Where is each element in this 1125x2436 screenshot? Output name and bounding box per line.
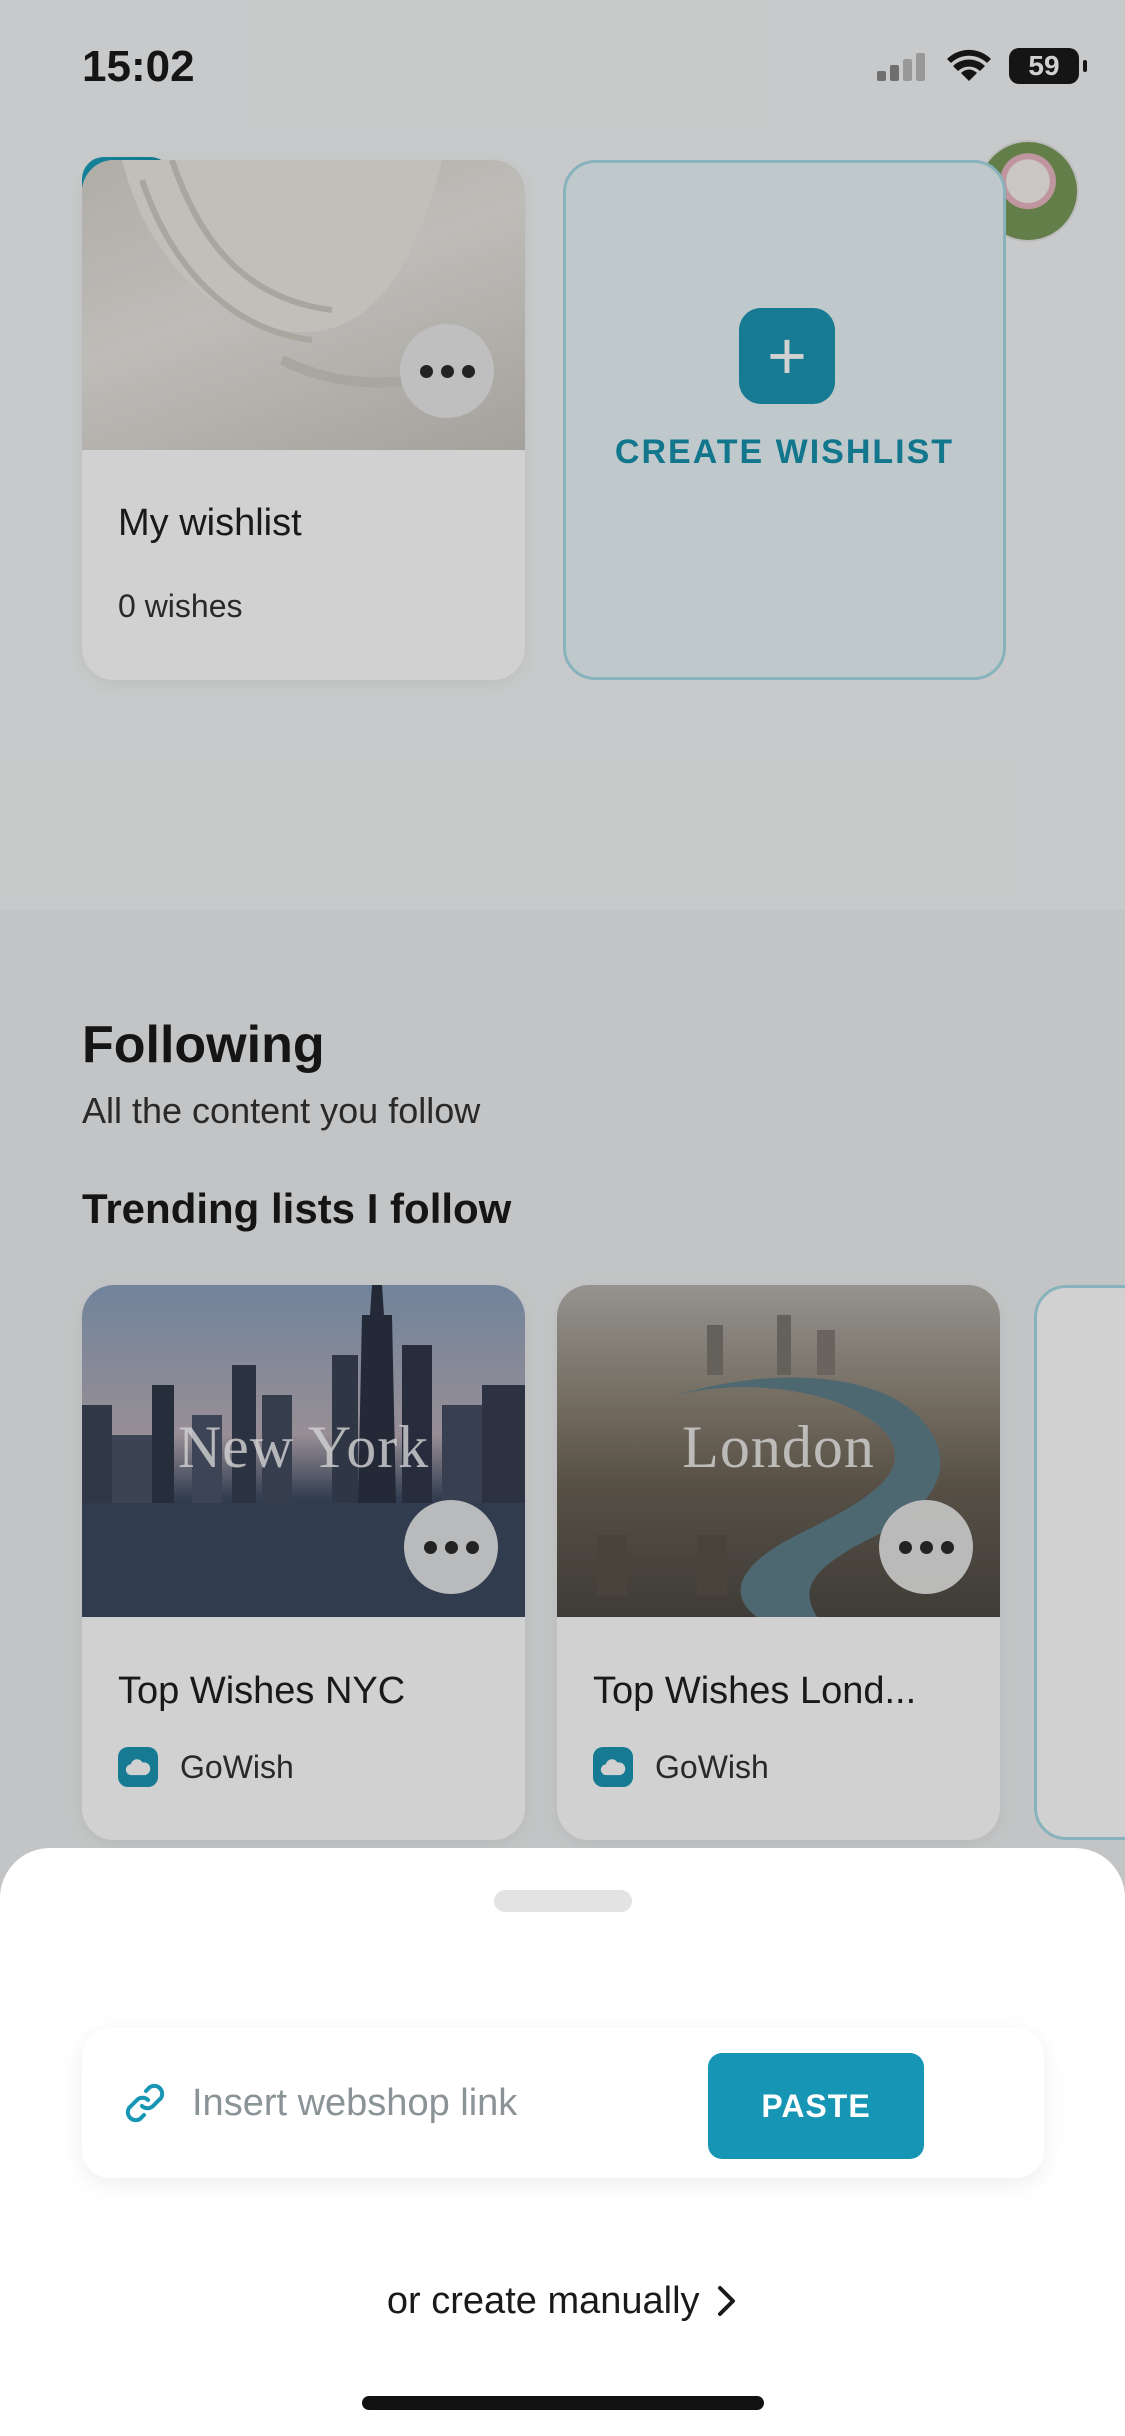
home-indicator [362, 2396, 764, 2410]
sheet-grabber[interactable] [494, 1890, 632, 1912]
link-icon [125, 2083, 165, 2123]
create-manually-link[interactable]: or create manually [0, 2280, 1125, 2323]
webshop-link-input[interactable] [192, 2066, 752, 2140]
chevron-right-icon [718, 2286, 736, 2316]
paste-button[interactable]: PASTE [708, 2053, 924, 2159]
create-manually-label: or create manually [386, 2280, 700, 2322]
page: 15:02 59 My wishlist 0 wishes + CREATE W… [0, 0, 1125, 2436]
add-wish-sheet: PASTE or create manually [0, 1848, 1125, 2436]
